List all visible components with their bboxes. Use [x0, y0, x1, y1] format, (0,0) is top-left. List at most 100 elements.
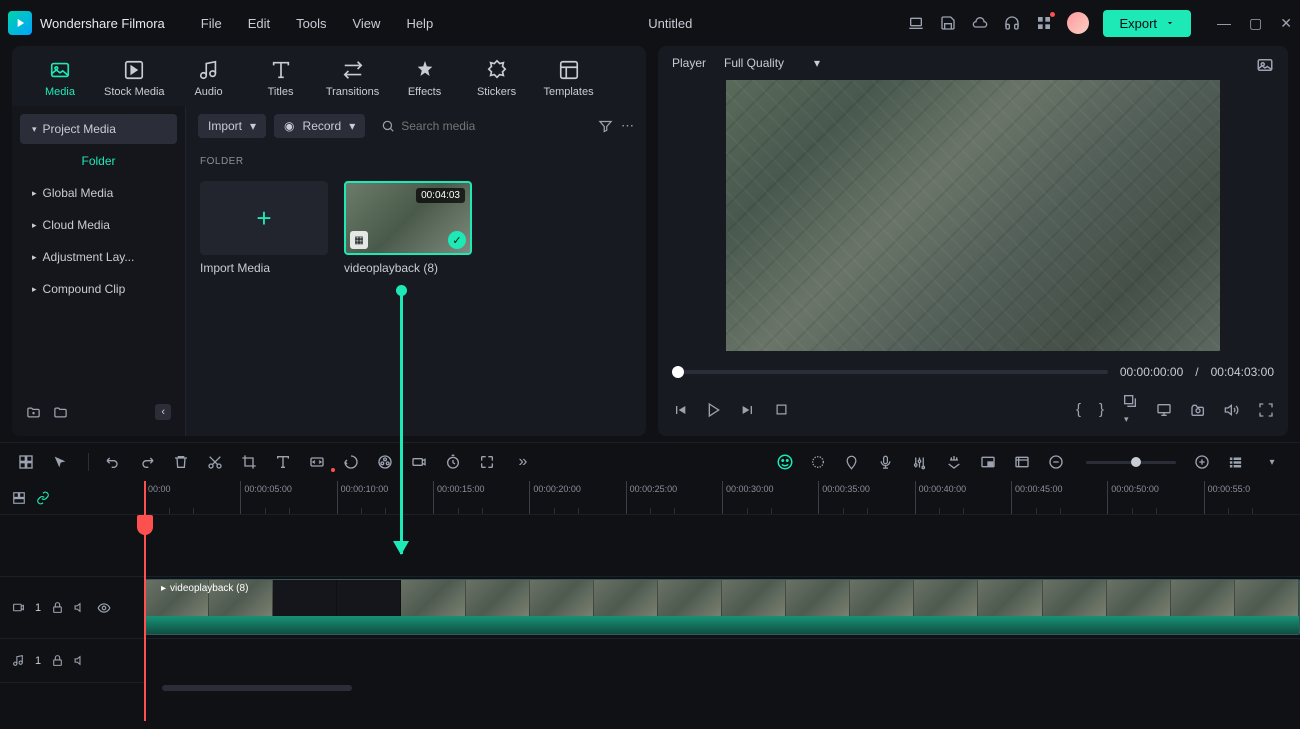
- time-ruler[interactable]: 00:0000:00:05:0000:00:10:0000:00:15:0000…: [144, 481, 1300, 514]
- view-list-icon[interactable]: [1228, 455, 1248, 470]
- text-icon[interactable]: [275, 454, 295, 470]
- audio-track-icon[interactable]: [12, 654, 25, 667]
- mute-icon[interactable]: [74, 601, 87, 614]
- ribbon-media[interactable]: Media: [24, 54, 96, 102]
- link-icon[interactable]: [36, 491, 50, 505]
- expand-icon[interactable]: [479, 454, 499, 470]
- quality-dropdown[interactable]: Full Quality▾: [724, 56, 820, 70]
- ribbon-audio[interactable]: Audio: [173, 54, 245, 102]
- support-icon[interactable]: [1003, 14, 1021, 32]
- undo-icon[interactable]: [105, 454, 125, 470]
- play-icon[interactable]: [706, 402, 722, 418]
- zoom-thumb[interactable]: [1131, 457, 1141, 467]
- display-icon[interactable]: [1156, 402, 1172, 418]
- minimize-button[interactable]: —: [1217, 15, 1231, 32]
- search-input[interactable]: [401, 119, 582, 133]
- menu-file[interactable]: File: [201, 16, 222, 31]
- device-icon[interactable]: [907, 14, 925, 32]
- import-dropdown[interactable]: Import▾: [198, 114, 266, 138]
- sidebar-project-media[interactable]: ▾Project Media: [20, 114, 177, 144]
- menu-help[interactable]: Help: [406, 16, 433, 31]
- avatar[interactable]: [1067, 12, 1089, 34]
- playhead[interactable]: [144, 481, 146, 721]
- cut-icon[interactable]: [207, 454, 227, 470]
- maximize-button[interactable]: ▢: [1249, 15, 1262, 32]
- menu-edit[interactable]: Edit: [248, 16, 270, 31]
- camera-icon[interactable]: [1190, 402, 1206, 418]
- magnet-icon[interactable]: [946, 454, 966, 470]
- video-track[interactable]: ▸ videoplayback (8): [144, 577, 1300, 639]
- folder-icon[interactable]: [53, 405, 68, 420]
- volume-icon[interactable]: [1224, 402, 1240, 418]
- effects-tb-icon[interactable]: [411, 454, 431, 470]
- lock-icon[interactable]: [51, 654, 64, 667]
- sidebar-folder[interactable]: Folder: [20, 146, 177, 176]
- eye-icon[interactable]: [97, 601, 111, 615]
- ribbon-transitions[interactable]: Transitions: [317, 54, 389, 102]
- new-folder-icon[interactable]: [26, 405, 41, 420]
- zoom-in-icon[interactable]: [1194, 454, 1214, 470]
- more-icon[interactable]: ⋯: [621, 118, 634, 134]
- close-button[interactable]: ✕: [1280, 15, 1292, 32]
- zoom-out-icon[interactable]: [1048, 454, 1068, 470]
- brightness-icon[interactable]: [810, 454, 830, 470]
- ribbon-stock[interactable]: Stock Media: [96, 54, 173, 102]
- mic-icon[interactable]: [878, 455, 898, 470]
- pip-icon[interactable]: [980, 454, 1000, 470]
- menu-view[interactable]: View: [352, 16, 380, 31]
- stop-icon[interactable]: [774, 402, 789, 417]
- menu-tools[interactable]: Tools: [296, 16, 326, 31]
- snapshot-icon[interactable]: [1256, 56, 1274, 74]
- audio-track[interactable]: [144, 639, 1300, 683]
- sidebar-global-media[interactable]: ▸Global Media: [20, 178, 177, 208]
- collapse-sidebar-icon[interactable]: ‹: [155, 404, 171, 420]
- video-preview[interactable]: [726, 80, 1220, 351]
- lock-icon[interactable]: [51, 601, 64, 614]
- scrub-thumb[interactable]: [672, 366, 684, 378]
- view-dropdown-icon[interactable]: ▾: [1262, 457, 1282, 468]
- layout-icon[interactable]: [18, 454, 38, 470]
- export-button[interactable]: Export: [1103, 10, 1191, 37]
- more-tools-icon[interactable]: »: [513, 453, 533, 471]
- video-track-icon[interactable]: [12, 601, 25, 614]
- delete-icon[interactable]: [173, 454, 193, 470]
- crop-icon[interactable]: [241, 454, 261, 470]
- media-clip-card[interactable]: 00:04:03 ▦ ✓ videoplayback (8): [344, 181, 472, 275]
- zoom-slider[interactable]: [1086, 461, 1176, 464]
- cloud-icon[interactable]: [971, 14, 989, 32]
- ribbon-titles[interactable]: Titles: [245, 54, 317, 102]
- track-layout-icon[interactable]: [12, 491, 26, 505]
- cursor-icon[interactable]: [52, 454, 72, 470]
- mute-icon[interactable]: [74, 654, 87, 667]
- track-content[interactable]: ▸ videoplayback (8): [144, 515, 1300, 683]
- h-scrollbar[interactable]: [144, 683, 1300, 693]
- scrub-track[interactable]: [672, 370, 1108, 374]
- timeline-clip[interactable]: ▸ videoplayback (8): [144, 579, 1300, 635]
- record-dropdown[interactable]: ◉Record▾: [274, 114, 365, 138]
- ai-icon[interactable]: [776, 453, 796, 471]
- mark-icon[interactable]: ▾: [1122, 393, 1138, 426]
- prev-frame-icon[interactable]: [672, 402, 688, 418]
- sidebar-cloud-media[interactable]: ▸Cloud Media: [20, 210, 177, 240]
- render-icon[interactable]: [1014, 454, 1034, 470]
- save-icon[interactable]: [939, 14, 957, 32]
- redo-icon[interactable]: [139, 454, 159, 470]
- filter-icon[interactable]: [598, 119, 613, 134]
- marker-icon[interactable]: [844, 455, 864, 470]
- mixer-icon[interactable]: [912, 455, 932, 470]
- bracket-in-icon[interactable]: {: [1076, 401, 1081, 418]
- fullscreen-icon[interactable]: [1258, 402, 1274, 418]
- apps-icon[interactable]: [1035, 14, 1053, 32]
- ribbon-stickers[interactable]: Stickers: [461, 54, 533, 102]
- import-media-card[interactable]: + Import Media: [200, 181, 328, 275]
- timer-icon[interactable]: [445, 454, 465, 470]
- color-icon[interactable]: [377, 454, 397, 470]
- bracket-out-icon[interactable]: }: [1099, 401, 1104, 418]
- h-scroll-thumb[interactable]: [162, 685, 352, 691]
- speed-reverse-icon[interactable]: [343, 454, 363, 470]
- player-tab[interactable]: Player: [672, 56, 706, 70]
- sidebar-compound-clip[interactable]: ▸Compound Clip: [20, 274, 177, 304]
- keyframe-icon[interactable]: [309, 454, 329, 470]
- next-frame-icon[interactable]: [740, 402, 756, 418]
- ribbon-effects[interactable]: Effects: [389, 54, 461, 102]
